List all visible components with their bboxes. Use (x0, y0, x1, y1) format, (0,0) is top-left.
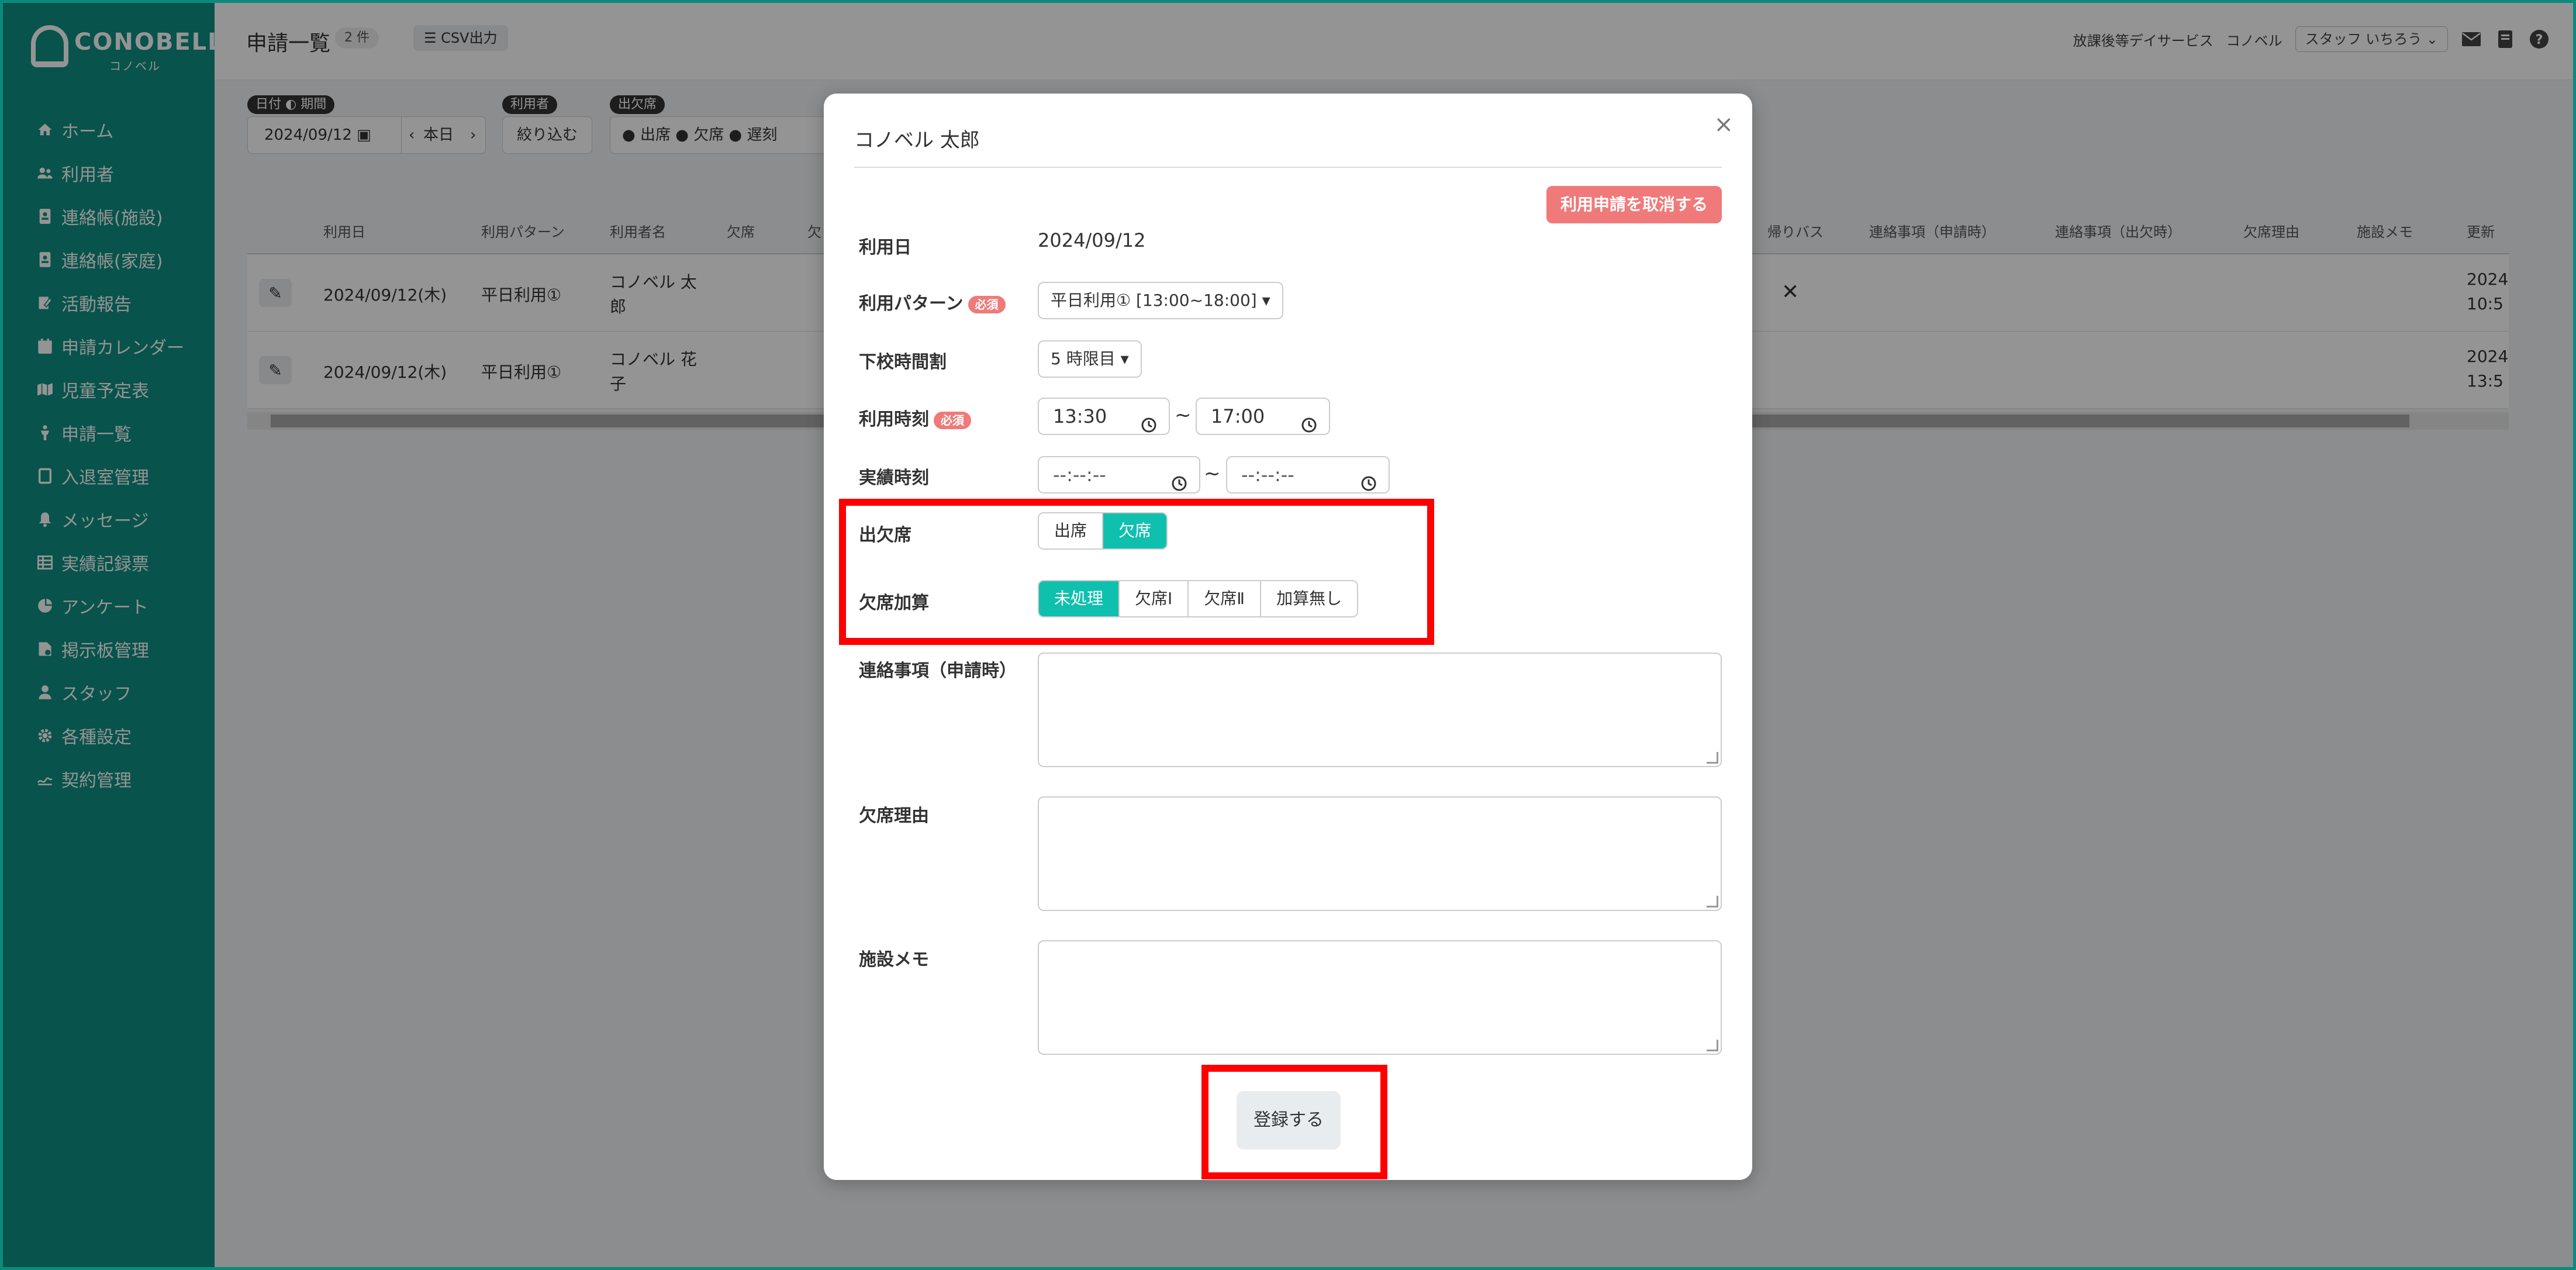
caret-down-icon: ▾ (1256, 291, 1270, 310)
use-time-label: 利用時刻 必須 (859, 405, 971, 430)
use-time-from-input[interactable]: 13:30 (1038, 398, 1170, 435)
resize-handle-icon[interactable] (1707, 752, 1718, 764)
absence-reason-label: 欠席理由 (859, 806, 929, 826)
use-date-label: 利用日 (859, 237, 911, 258)
use-time-to-input[interactable]: 17:00 (1196, 398, 1330, 435)
attendance-label: 出欠席 (859, 525, 911, 546)
resize-handle-icon[interactable] (1707, 1040, 1718, 1051)
actual-time-from-input[interactable]: --:--:-- (1038, 456, 1200, 493)
school-period-value: 5 時限目 (1051, 349, 1116, 368)
clock-icon (1171, 468, 1187, 503)
facility-memo-textarea[interactable] (1038, 940, 1722, 1055)
absence-addition-label: 欠席加算 (859, 593, 929, 613)
absence-2-button[interactable]: 欠席Ⅱ (1189, 581, 1262, 616)
use-time-label-text: 利用時刻 (859, 409, 929, 430)
absence-addition-toggle: 未処理 欠席Ⅰ 欠席Ⅱ 加算無し (1038, 580, 1359, 617)
use-date-value: 2024/09/12 (1038, 229, 1146, 251)
required-badge: 必須 (934, 411, 971, 429)
pattern-label-text: 利用パターン (859, 294, 964, 314)
attendance-present-button[interactable]: 出席 (1039, 513, 1104, 548)
cancel-application-button[interactable]: 利用申請を取消する (1546, 186, 1722, 223)
modal-title: コノベル 太郎 (854, 124, 1722, 168)
edit-application-modal: コノベル 太郎 × 利用申請を取消する 利用日 2024/09/12 利用パター… (824, 94, 1752, 1180)
note-textarea[interactable] (1038, 653, 1722, 767)
absence-unprocessed-button[interactable]: 未処理 (1039, 581, 1120, 616)
register-button[interactable]: 登録する (1237, 1091, 1341, 1150)
close-icon[interactable]: × (1714, 111, 1734, 138)
attendance-absent-button[interactable]: 欠席 (1103, 513, 1167, 548)
note-label: 連絡事項（申請時） (859, 661, 1017, 681)
absence-reason-textarea[interactable] (1038, 796, 1722, 911)
use-time-to-value: 17:00 (1211, 405, 1265, 427)
actual-time-to-input[interactable]: --:--:-- (1226, 456, 1390, 493)
range-separator: ~ (1175, 403, 1192, 427)
absence-1-button[interactable]: 欠席Ⅰ (1120, 581, 1189, 616)
caret-down-icon: ▾ (1115, 349, 1129, 368)
actual-time-label: 実績時刻 (859, 468, 929, 488)
pattern-label: 利用パターン 必須 (859, 289, 1006, 315)
actual-time-from-value: --:--:-- (1053, 464, 1106, 486)
required-badge: 必須 (968, 295, 1006, 313)
facility-memo-label: 施設メモ (859, 950, 929, 970)
no-addition-button[interactable]: 加算無し (1261, 581, 1358, 616)
resize-handle-icon[interactable] (1707, 896, 1718, 907)
pattern-select-value: 平日利用① [13:00~18:00] (1051, 291, 1257, 310)
clock-icon (1141, 409, 1157, 444)
pattern-select[interactable]: 平日利用① [13:00~18:00] ▾ (1038, 282, 1283, 319)
school-period-label: 下校時間割 (859, 352, 947, 372)
clock-icon (1301, 409, 1317, 444)
clock-icon (1360, 468, 1377, 503)
attendance-toggle: 出席 欠席 (1038, 512, 1168, 550)
range-separator: ~ (1204, 462, 1221, 485)
school-period-select[interactable]: 5 時限目 ▾ (1038, 340, 1142, 378)
use-time-from-value: 13:30 (1053, 405, 1107, 427)
app-frame: CONOBELL コノベル ホーム 利用者 連絡帳(施設) 連絡帳(家庭) 活動… (3, 3, 2573, 1267)
actual-time-to-value: --:--:-- (1241, 464, 1294, 486)
